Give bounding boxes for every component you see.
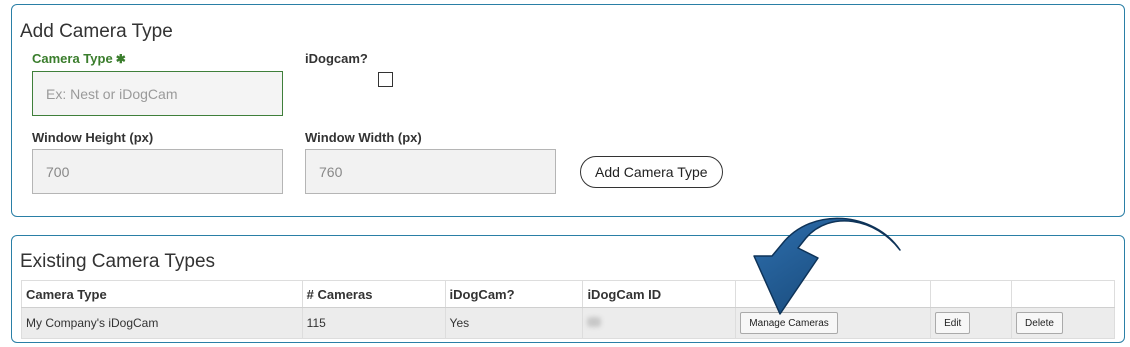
delete-button[interactable]: Delete (1016, 312, 1063, 334)
camera-type-input[interactable] (32, 71, 283, 116)
column-header-cameras: # Cameras (301, 280, 446, 308)
existing-camera-types-panel: Existing Camera Types Camera Type # Came… (11, 235, 1125, 343)
camera-types-table: Camera Type # Cameras iDogCam? iDogCam I… (21, 280, 1115, 339)
window-width-label: Window Width (px) (305, 130, 422, 145)
camera-type-label-text: Camera Type (32, 51, 113, 66)
table-row: My Company's iDogCam 115 Yes Manage Came… (21, 307, 1115, 339)
column-header-idogcam-id: iDogCam ID (582, 280, 737, 308)
cell-manage: Manage Cameras (735, 307, 932, 339)
panel-title: Add Camera Type (20, 21, 173, 42)
redacted-id (587, 317, 602, 327)
camera-type-label: Camera Type ✱ (32, 51, 126, 66)
cell-cameras: 115 (301, 307, 446, 339)
panel-title: Existing Camera Types (20, 251, 216, 272)
column-header-idogcam: iDogCam? (444, 280, 584, 308)
table-header-row: Camera Type # Cameras iDogCam? iDogCam I… (21, 280, 1115, 308)
column-header-edit (930, 280, 1013, 308)
add-camera-type-panel: Add Camera Type Camera Type✱ iDogcam? Wi… (11, 4, 1125, 217)
cell-edit: Edit (930, 307, 1013, 339)
cell-delete: Delete (1011, 307, 1115, 339)
manage-cameras-button[interactable]: Manage Cameras (740, 312, 838, 334)
idogcam-label: iDogcam? (305, 51, 368, 66)
add-camera-type-button[interactable]: Add Camera Type (580, 156, 723, 188)
cell-idogcam-id (582, 307, 737, 339)
window-width-input[interactable] (305, 149, 556, 194)
required-icon: ✱ (115, 52, 126, 66)
cell-camera-type: My Company's iDogCam (21, 307, 303, 339)
column-header-delete (1011, 280, 1115, 308)
window-height-input[interactable] (32, 149, 283, 194)
window-height-label: Window Height (px) (32, 130, 154, 145)
column-header-camera-type: Camera Type (21, 280, 303, 308)
column-header-manage (735, 280, 932, 308)
edit-button[interactable]: Edit (935, 312, 971, 334)
cell-idogcam: Yes (444, 307, 584, 339)
idogcam-checkbox[interactable] (378, 72, 393, 87)
